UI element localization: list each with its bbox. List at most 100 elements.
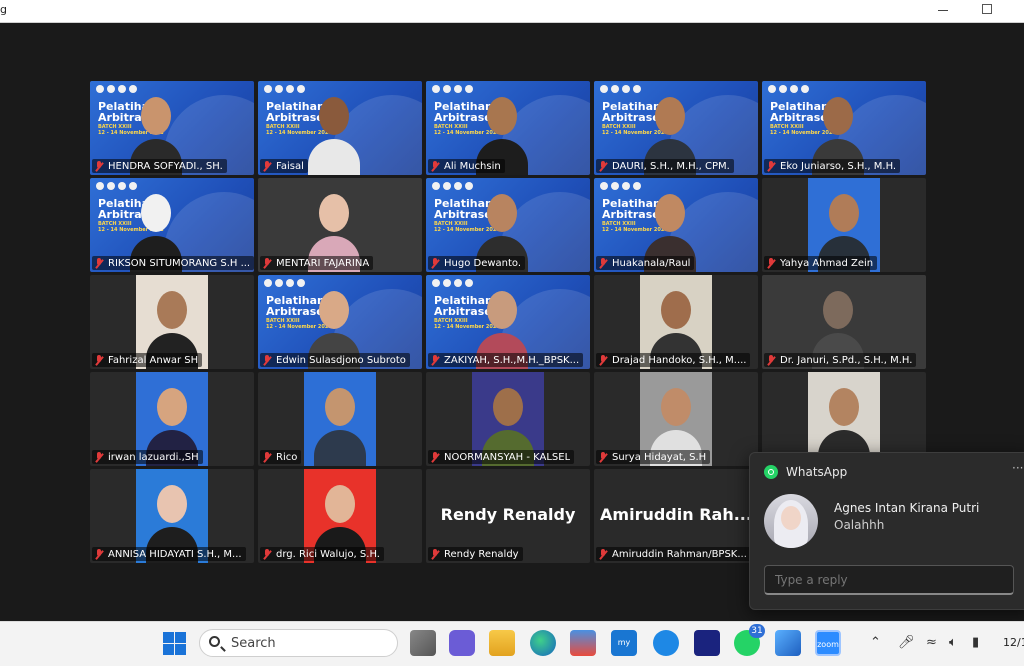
participant-name: Eko Juniarso, S.H., M.H. bbox=[780, 160, 897, 172]
muted-mic-icon bbox=[766, 160, 777, 172]
participant-name: DAURI, S.H., M.H., CPM. bbox=[612, 160, 730, 172]
participant-name: Dr. Januri, S.Pd., S.H., M.H. bbox=[780, 354, 913, 366]
muted-mic-icon bbox=[430, 548, 441, 560]
participant-name: Fahrizal Anwar SH bbox=[108, 354, 199, 366]
windows-start-icon[interactable] bbox=[161, 630, 187, 656]
participant-display-name: Amiruddin Rah... bbox=[600, 505, 752, 524]
participant-tile[interactable]: Pelatihan Arbitrase BATCH XXIII 12 - 14 Nov… bbox=[762, 81, 926, 175]
microsoft-store-icon[interactable] bbox=[570, 630, 596, 656]
participant-tile[interactable]: Pelatihan Arbitrase BATCH XXIII 12 - 14 Nov… bbox=[594, 81, 758, 175]
participant-tile[interactable]: NOORMANSYAH - KALSEL bbox=[426, 372, 590, 466]
sender-name: Agnes Intan Kirana Putri bbox=[834, 501, 980, 515]
participant-name: RIKSON SITUMORANG S.H ... bbox=[108, 257, 251, 269]
clock[interactable]: 12/1 bbox=[1003, 636, 1024, 649]
participant-tile[interactable]: Amiruddin Rah... Amiruddin Rahman/BPSK... bbox=[594, 469, 758, 563]
participant-name-label: NOORMANSYAH - KALSEL bbox=[428, 450, 575, 464]
microphone-icon[interactable]: 🎤︎ bbox=[898, 635, 915, 650]
participant-name: Surya Hidayat, S.H bbox=[612, 451, 707, 463]
participant-name-label: Ali Muchsin bbox=[428, 159, 505, 173]
participant-name: Yahya Ahmad Zein bbox=[780, 257, 874, 269]
edge-browser-icon[interactable] bbox=[530, 630, 556, 656]
participant-name: Rendy Renaldy bbox=[444, 548, 519, 560]
pinned-app-icon[interactable] bbox=[694, 630, 720, 656]
wifi-icon[interactable]: ≈ bbox=[926, 635, 937, 650]
search-icon bbox=[209, 636, 220, 647]
participant-tile[interactable]: MENTARI FAJARINA bbox=[258, 178, 422, 272]
participant-name: drg. Rici Walujo, S.H. bbox=[276, 548, 380, 560]
notification-app-name: WhatsApp bbox=[786, 465, 848, 479]
muted-mic-icon bbox=[598, 451, 609, 463]
participant-name-label: RIKSON SITUMORANG S.H ... bbox=[92, 256, 254, 270]
volume-icon[interactable]: 🔈︎ bbox=[949, 635, 957, 650]
participant-tile[interactable]: Rico bbox=[258, 372, 422, 466]
participant-tile[interactable]: Pelatihan Arbitrase BATCH XXIII 12 - 14 Nov… bbox=[426, 178, 590, 272]
participant-name-label: Edwin Sulasdjono Subroto bbox=[260, 353, 410, 367]
participant-name: MENTARI FAJARINA bbox=[276, 257, 370, 269]
sender-avatar bbox=[764, 494, 818, 548]
participant-name-label: Huakanala/Raul bbox=[596, 256, 695, 270]
participant-name-label: Fahrizal Anwar SH bbox=[92, 353, 203, 367]
reply-input[interactable] bbox=[764, 565, 1014, 595]
teams-chat-icon[interactable] bbox=[449, 630, 475, 656]
minimize-button[interactable] bbox=[934, 2, 952, 18]
participant-name-label: DAURI, S.H., M.H., CPM. bbox=[596, 159, 734, 173]
message-text: Oalahhh bbox=[834, 518, 885, 532]
taskbar-search[interactable]: Search bbox=[199, 629, 398, 657]
participant-tile[interactable]: ANNISA HIDAYATI S.H., M... bbox=[90, 469, 254, 563]
help-icon[interactable] bbox=[653, 630, 679, 656]
participant-tile[interactable]: Pelatihan Arbitrase BATCH XXIII 12 - 14 Nov… bbox=[426, 275, 590, 369]
participant-name-label: Drajad Handoko, S.H., M.... bbox=[596, 353, 751, 367]
muted-mic-icon bbox=[598, 160, 609, 172]
muted-mic-icon bbox=[262, 451, 273, 463]
task-view-icon[interactable] bbox=[410, 630, 436, 656]
more-options-button[interactable]: ··· bbox=[1012, 461, 1023, 475]
participant-tile[interactable]: Pelatihan Arbitrase BATCH XXIII 12 - 14 Nov… bbox=[258, 81, 422, 175]
whatsapp-unread-badge: 31 bbox=[749, 624, 765, 638]
participant-name-label: Faisal bbox=[260, 159, 308, 173]
participant-tile[interactable]: Surya Hidayat, S.H bbox=[594, 372, 758, 466]
muted-mic-icon bbox=[262, 548, 273, 560]
participant-tile[interactable]: Yahya Ahmad Zein bbox=[762, 178, 926, 272]
zoom-icon[interactable]: zoom bbox=[815, 630, 841, 656]
participant-tile[interactable]: Pelatihan Arbitrase BATCH XXIII 12 - 14 Nov… bbox=[90, 178, 254, 272]
muted-mic-icon bbox=[94, 354, 105, 366]
participant-tile[interactable]: Rendy Renaldy Rendy Renaldy bbox=[426, 469, 590, 563]
muted-mic-icon bbox=[430, 451, 441, 463]
muted-mic-icon bbox=[262, 257, 273, 269]
participant-name-label: Amiruddin Rahman/BPSK... bbox=[596, 547, 751, 561]
participant-tile[interactable]: Pelatihan Arbitrase BATCH XXIII 12 - 14 Nov… bbox=[258, 275, 422, 369]
participant-display-name: Rendy Renaldy bbox=[440, 505, 576, 524]
app-icon[interactable]: my bbox=[611, 630, 637, 656]
participant-tile[interactable]: Pelatihan Arbitrase BATCH XXIII 12 - 14 Nov… bbox=[90, 81, 254, 175]
participant-name: ZAKIYAH, S.H.,M.H._BPSK... bbox=[444, 354, 580, 366]
participant-name-label: ANNISA HIDAYATI S.H., M... bbox=[92, 547, 246, 561]
photos-icon[interactable] bbox=[775, 630, 801, 656]
participant-name: ANNISA HIDAYATI S.H., M... bbox=[108, 548, 242, 560]
participant-name-label: drg. Rici Walujo, S.H. bbox=[260, 547, 384, 561]
participant-tile[interactable]: Drajad Handoko, S.H., M.... bbox=[594, 275, 758, 369]
participant-name-label: irwan lazuardi.,SH bbox=[92, 450, 203, 464]
participant-name: Faisal bbox=[276, 160, 304, 172]
whatsapp-taskbar-icon[interactable]: 31 bbox=[734, 624, 765, 656]
participant-name-label: Eko Juniarso, S.H., M.H. bbox=[764, 159, 901, 173]
participant-tile[interactable]: Pelatihan Arbitrase BATCH XXIII 12 - 14 Nov… bbox=[594, 178, 758, 272]
chevron-up-icon[interactable]: ⌃ bbox=[870, 635, 881, 650]
participant-tile[interactable]: Dr. Januri, S.Pd., S.H., M.H. bbox=[762, 275, 926, 369]
whatsapp-notification[interactable]: WhatsApp ··· Agnes Intan Kirana Putri Oa… bbox=[749, 452, 1024, 610]
maximize-button[interactable] bbox=[982, 4, 992, 14]
participant-tile[interactable]: Pelatihan Arbitrase BATCH XXIII 12 - 14 Nov… bbox=[426, 81, 590, 175]
search-label: Search bbox=[231, 636, 276, 651]
participant-name: NOORMANSYAH - KALSEL bbox=[444, 451, 571, 463]
participant-name-label: Yahya Ahmad Zein bbox=[764, 256, 878, 270]
file-explorer-icon[interactable] bbox=[489, 630, 515, 656]
muted-mic-icon bbox=[262, 160, 273, 172]
muted-mic-icon bbox=[94, 451, 105, 463]
battery-icon[interactable]: ▮ bbox=[972, 635, 979, 650]
muted-mic-icon bbox=[430, 354, 441, 366]
participant-tile[interactable]: Fahrizal Anwar SH bbox=[90, 275, 254, 369]
window-title: g bbox=[0, 3, 7, 16]
whatsapp-icon bbox=[764, 465, 778, 479]
participant-tile[interactable]: drg. Rici Walujo, S.H. bbox=[258, 469, 422, 563]
participant-name-label: Hugo Dewanto. bbox=[428, 256, 526, 270]
participant-tile[interactable]: irwan lazuardi.,SH bbox=[90, 372, 254, 466]
